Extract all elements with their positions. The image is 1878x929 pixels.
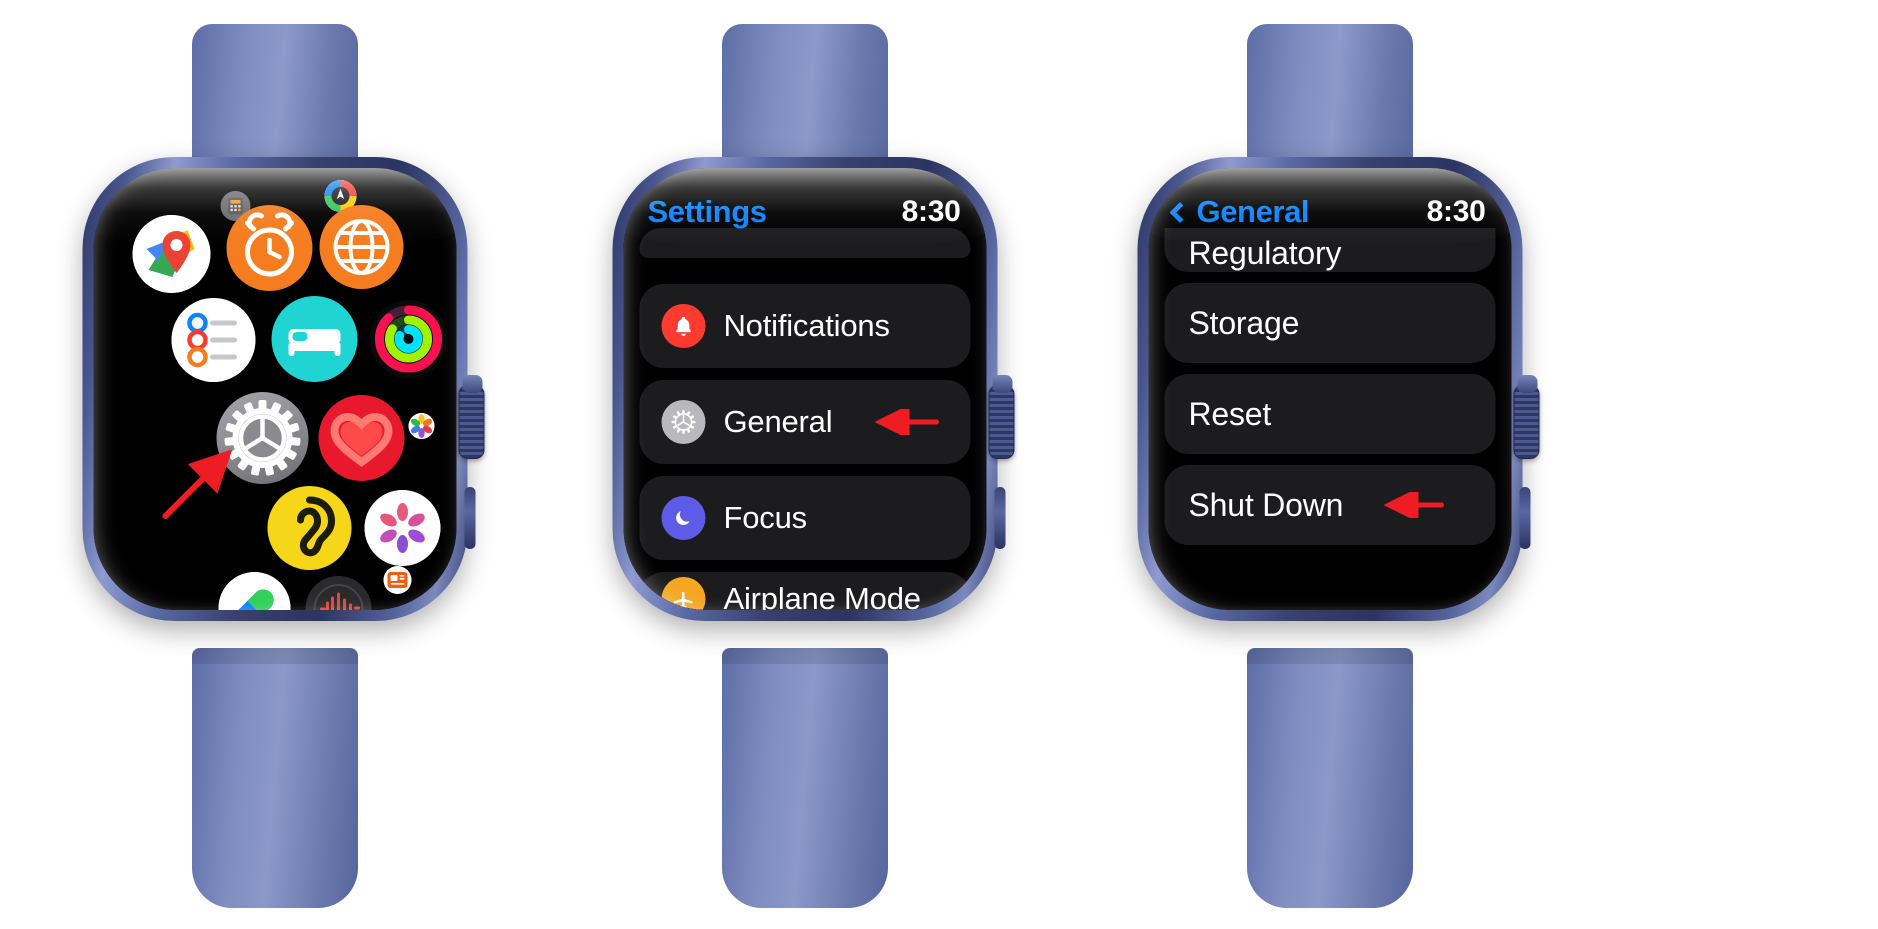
- general-row-label: Storage: [1188, 304, 1300, 341]
- general-list[interactable]: Regulatory Storage Reset Shut Down: [1149, 228, 1512, 610]
- settings-row-label: Focus: [723, 500, 808, 535]
- watch-case: General 8:30 Regulatory Storage Reset Sh…: [1137, 157, 1540, 621]
- app-icon-activity[interactable]: [369, 300, 448, 378]
- app-icon-reminders[interactable]: [171, 298, 256, 382]
- app-icon-sleep[interactable]: [271, 296, 358, 382]
- app-icon-photos[interactable]: [408, 413, 435, 439]
- app-icon-alarms[interactable]: [226, 205, 313, 291]
- side-button[interactable]: [1519, 487, 1531, 549]
- status-time: 8:30: [1426, 195, 1486, 228]
- settings-row-label: Airplane Mode: [723, 581, 921, 610]
- digital-crown[interactable]: [458, 375, 485, 459]
- general-row-label: Regulatory: [1188, 235, 1342, 271]
- general-row-storage[interactable]: Storage: [1164, 283, 1496, 363]
- bell-icon: [661, 304, 706, 348]
- settings-row-notifications[interactable]: Notifications: [639, 284, 971, 368]
- general-row-reset[interactable]: Reset: [1164, 374, 1496, 454]
- watch-case: [82, 157, 485, 621]
- settings-row-focus[interactable]: Focus: [639, 476, 971, 560]
- digital-crown[interactable]: [1513, 375, 1540, 459]
- watch-band-bottom: [1247, 648, 1413, 908]
- app-grid-screen[interactable]: [93, 168, 457, 610]
- app-icon-medications[interactable]: [218, 572, 291, 610]
- app-icon-settings[interactable]: [216, 392, 309, 484]
- watch-band-bottom: [722, 648, 888, 908]
- general-title-text: General: [1196, 194, 1310, 229]
- settings-list[interactable]: Notifications General Focus Airplane Mod…: [624, 228, 987, 610]
- digital-crown[interactable]: [988, 375, 1015, 459]
- screenshot-canvas: Settings 8:30 Notifications General Focu…: [0, 0, 1878, 929]
- app-icon-heart-rate[interactable]: [318, 395, 405, 481]
- status-time: 8:30: [901, 195, 961, 228]
- watch-band-bottom: [192, 648, 358, 908]
- app-icon-breathe[interactable]: [364, 490, 441, 566]
- app-icon-world-clock[interactable]: [319, 205, 404, 289]
- general-row-shut-down[interactable]: Shut Down: [1164, 465, 1496, 545]
- settings-title-text: Settings: [647, 194, 767, 229]
- back-button[interactable]: General: [1169, 194, 1310, 230]
- watch-case: Settings 8:30 Notifications General Focu…: [612, 157, 1015, 621]
- airplane-icon: [661, 577, 706, 610]
- watch-device-3: General 8:30 Regulatory Storage Reset Sh…: [1110, 14, 1550, 914]
- settings-row-label: Notifications: [723, 308, 890, 343]
- settings-screen[interactable]: Settings 8:30 Notifications General Focu…: [623, 168, 987, 610]
- settings-row-airplane-mode[interactable]: Airplane Mode: [639, 572, 971, 610]
- watch-device-2: Settings 8:30 Notifications General Focu…: [585, 14, 1025, 914]
- side-button[interactable]: [464, 487, 476, 549]
- watch-device-1: [55, 14, 495, 914]
- settings-navbar: Settings 8:30: [624, 192, 987, 232]
- moon-icon: [661, 496, 706, 540]
- settings-row-label: General: [723, 404, 833, 439]
- annotation-arrow-shut-down: [1375, 492, 1451, 518]
- app-icon-voice-memos[interactable]: [305, 576, 372, 610]
- annotation-arrow-general: [864, 409, 946, 435]
- side-button[interactable]: [994, 487, 1006, 549]
- app-icon-news[interactable]: [383, 566, 412, 594]
- app-icon-maps[interactable]: [132, 215, 211, 293]
- general-row-label: Shut Down: [1188, 486, 1344, 523]
- general-screen[interactable]: General 8:30 Regulatory Storage Reset Sh…: [1148, 168, 1512, 610]
- page-title: Settings: [648, 194, 767, 230]
- watch-display: General 8:30 Regulatory Storage Reset Sh…: [1148, 168, 1512, 610]
- watch-display: [93, 168, 457, 610]
- settings-row-general[interactable]: General: [639, 380, 971, 464]
- general-navbar: General 8:30: [1149, 192, 1512, 232]
- chevron-left-icon: [1169, 201, 1191, 223]
- gear-icon: [661, 400, 706, 444]
- watch-display: Settings 8:30 Notifications General Focu…: [623, 168, 987, 610]
- general-row-regulatory[interactable]: Regulatory: [1164, 228, 1496, 272]
- app-icon-noise[interactable]: [267, 486, 352, 570]
- list-item-partial-top[interactable]: [639, 228, 971, 258]
- general-row-label: Reset: [1188, 395, 1272, 432]
